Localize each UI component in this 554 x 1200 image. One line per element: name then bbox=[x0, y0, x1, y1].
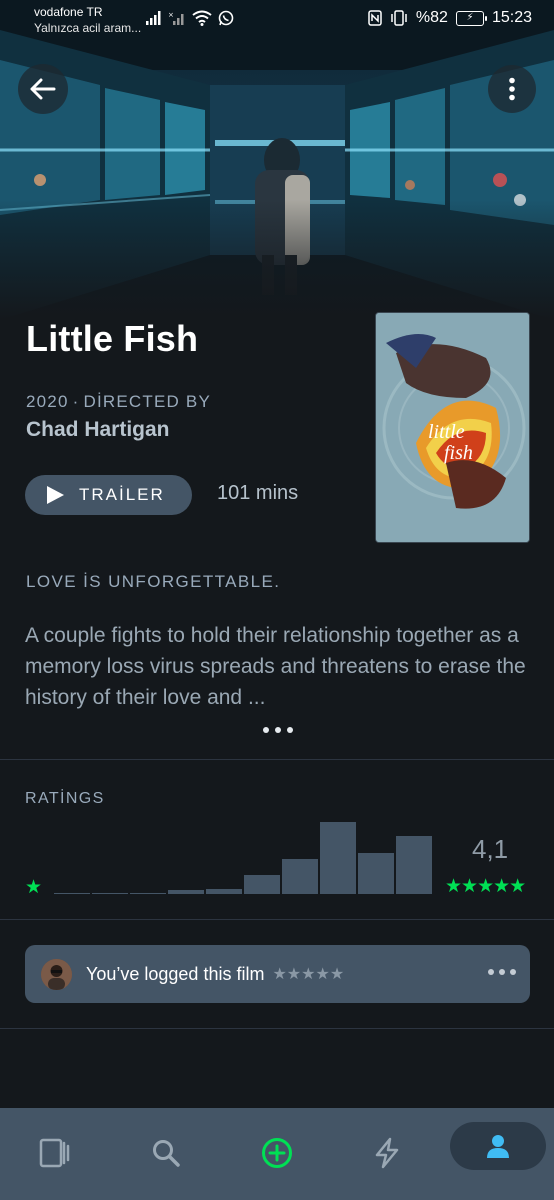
dot-icon bbox=[510, 969, 516, 975]
battery-percent: %82 bbox=[415, 9, 448, 26]
nav-search[interactable] bbox=[136, 1128, 196, 1178]
log-more-button[interactable] bbox=[488, 969, 516, 975]
histogram-bar bbox=[396, 836, 432, 894]
bottom-nav bbox=[0, 1108, 554, 1200]
divider bbox=[0, 919, 554, 920]
dot-icon bbox=[263, 727, 269, 733]
tagline: LOVE İS UNFORGETTABLE. bbox=[26, 572, 281, 591]
director-name[interactable]: Chad Hartigan bbox=[26, 418, 170, 442]
signal-2-icon: × bbox=[168, 11, 184, 25]
backdrop-image bbox=[0, 0, 554, 320]
histogram-bar bbox=[206, 889, 242, 894]
divider bbox=[0, 1028, 554, 1029]
profile-icon bbox=[487, 1135, 509, 1158]
logged-film-card[interactable]: You’ve logged this film ★★★★★ bbox=[25, 945, 530, 1003]
nav-profile[interactable] bbox=[450, 1122, 546, 1170]
status-right: %82 ⚡ 15:23 bbox=[368, 9, 532, 27]
clock: 15:23 bbox=[491, 9, 532, 26]
whatsapp-icon bbox=[218, 10, 234, 26]
carrier-name: vodafone TR bbox=[34, 5, 103, 19]
log-rating-stars: ★★★★★ bbox=[272, 966, 345, 983]
wifi-icon bbox=[192, 10, 212, 26]
films-icon bbox=[39, 1138, 70, 1168]
avatar bbox=[41, 958, 72, 990]
directed-by-label: DİRECTED BY bbox=[83, 392, 211, 411]
divider bbox=[0, 759, 554, 760]
arrow-left-icon bbox=[30, 78, 56, 100]
ratings-histogram[interactable] bbox=[54, 820, 434, 894]
more-options-button[interactable] bbox=[488, 65, 536, 113]
synopsis[interactable]: A couple fights to hold their relationsh… bbox=[25, 620, 530, 713]
nav-activity[interactable] bbox=[357, 1128, 417, 1178]
activity-icon bbox=[375, 1137, 399, 1169]
svg-text:×: × bbox=[168, 11, 174, 19]
min-rating-star: ★ bbox=[25, 877, 43, 898]
poster-title-line1: little bbox=[428, 421, 465, 443]
film-poster[interactable]: little fish bbox=[375, 312, 530, 543]
histogram-bar bbox=[282, 859, 318, 894]
add-icon bbox=[262, 1138, 292, 1168]
histogram-bar bbox=[54, 893, 90, 894]
max-rating-stars: ★★★★★ bbox=[445, 876, 526, 897]
trailer-button[interactable]: TRAİLER bbox=[25, 475, 192, 515]
carrier-status: Yalnızca acil aram... bbox=[34, 21, 142, 35]
dot-icon bbox=[488, 969, 494, 975]
battery-icon: ⚡ bbox=[455, 10, 487, 26]
histogram-bar bbox=[168, 890, 204, 894]
histogram-bar bbox=[358, 853, 394, 894]
signal-icon bbox=[146, 11, 161, 25]
film-title: Little Fish bbox=[26, 318, 199, 359]
synopsis-expand-button[interactable] bbox=[258, 720, 298, 740]
logged-film-text: You’ve logged this film bbox=[86, 963, 265, 984]
nfc-icon bbox=[368, 10, 382, 26]
search-icon bbox=[153, 1140, 180, 1167]
trailer-label: TRAİLER bbox=[79, 485, 165, 504]
ratings-label: RATİNGS bbox=[25, 790, 105, 807]
poster-title-line2: fish bbox=[444, 442, 473, 464]
histogram-bar bbox=[92, 893, 128, 894]
signal-icons: × bbox=[146, 10, 234, 26]
play-icon bbox=[47, 486, 64, 504]
carrier-info: vodafone TR Yalnızca acil aram... bbox=[34, 4, 141, 36]
nav-films[interactable] bbox=[25, 1128, 85, 1178]
vibrate-icon bbox=[391, 10, 407, 26]
more-vertical-icon bbox=[509, 77, 515, 101]
runtime: 101 mins bbox=[217, 482, 299, 504]
histogram-bar bbox=[244, 875, 280, 894]
dot-icon bbox=[275, 727, 281, 733]
dot-icon bbox=[499, 969, 505, 975]
histogram-bar bbox=[320, 822, 356, 894]
film-year[interactable]: 2020 bbox=[26, 392, 69, 411]
status-bar: vodafone TR Yalnızca acil aram... × %82 … bbox=[0, 0, 554, 40]
average-rating: 4,1 bbox=[472, 834, 509, 864]
film-meta: 2020 · DİRECTED BY bbox=[26, 392, 211, 411]
nav-add[interactable] bbox=[247, 1128, 307, 1178]
dot-icon bbox=[287, 727, 293, 733]
histogram-bar bbox=[130, 893, 166, 894]
back-button[interactable] bbox=[18, 64, 68, 114]
